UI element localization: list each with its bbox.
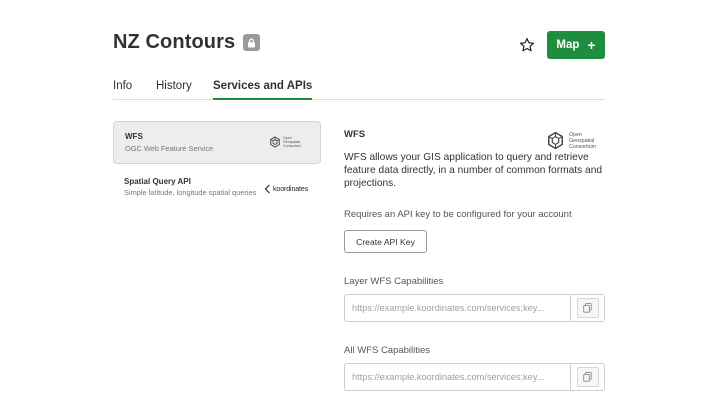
service-item-wfs[interactable]: WFS OGC Web Feature Service Open Geospat… <box>113 121 321 164</box>
ogc-logo: Open Geospatial Consortium <box>269 136 301 148</box>
copy-icon <box>576 298 599 318</box>
tab-bar: Info History Services and APIs <box>113 80 605 100</box>
copy-button[interactable] <box>570 295 604 321</box>
tab-services-and-apis[interactable]: Services and APIs <box>213 80 313 100</box>
tab-history[interactable]: History <box>156 80 192 100</box>
service-name: Spatial Query API <box>124 177 191 186</box>
all-wfs-capabilities-label: All WFS Capabilities <box>344 345 431 356</box>
service-description: Simple latitude, longitude spatial queri… <box>124 188 257 197</box>
copy-icon <box>576 367 599 387</box>
api-key-note: Requires an API key to be configured for… <box>344 209 572 220</box>
layer-wfs-capabilities-input[interactable] <box>345 295 570 321</box>
ogc-logo-icon <box>548 131 563 150</box>
lock-icon <box>243 34 261 51</box>
create-api-key-button[interactable]: Create API Key <box>344 230 427 253</box>
service-name: WFS <box>125 132 143 141</box>
detail-title: WFS <box>344 129 366 140</box>
ogc-logo-line: Consortium <box>569 143 597 150</box>
service-description: OGC Web Feature Service <box>125 144 214 153</box>
star-icon <box>520 38 534 52</box>
favorite-star-button[interactable] <box>517 35 537 55</box>
all-wfs-capabilities-input[interactable] <box>345 364 570 390</box>
plus-icon: + <box>587 37 596 53</box>
map-button-label: Map <box>556 39 580 51</box>
koordinates-logo-text: koordinates <box>273 185 309 193</box>
ogc-logo-line: Geospatial <box>569 137 595 144</box>
ogc-logo: Open Geospatial Consortium <box>546 131 596 150</box>
layer-wfs-capabilities-label: Layer WFS Capabilities <box>344 276 444 287</box>
title-row: NZ Contours <box>113 31 261 54</box>
page-title: NZ Contours <box>113 31 236 53</box>
ogc-logo-icon <box>270 136 280 148</box>
koordinates-logo-icon <box>264 184 270 194</box>
ogc-logo-line: Consortium <box>283 144 302 148</box>
detail-description: WFS allows your GIS application to query… <box>344 152 603 189</box>
layer-wfs-capabilities-field <box>344 294 605 322</box>
koordinates-logo: koordinates <box>264 184 308 194</box>
add-to-map-button[interactable]: Map + <box>547 31 605 59</box>
copy-button[interactable] <box>570 364 604 390</box>
service-item-spatial-query-api[interactable]: Spatial Query API Simple latitude, longi… <box>113 170 321 212</box>
tab-info[interactable]: Info <box>113 80 132 100</box>
all-wfs-capabilities-field <box>344 363 605 391</box>
